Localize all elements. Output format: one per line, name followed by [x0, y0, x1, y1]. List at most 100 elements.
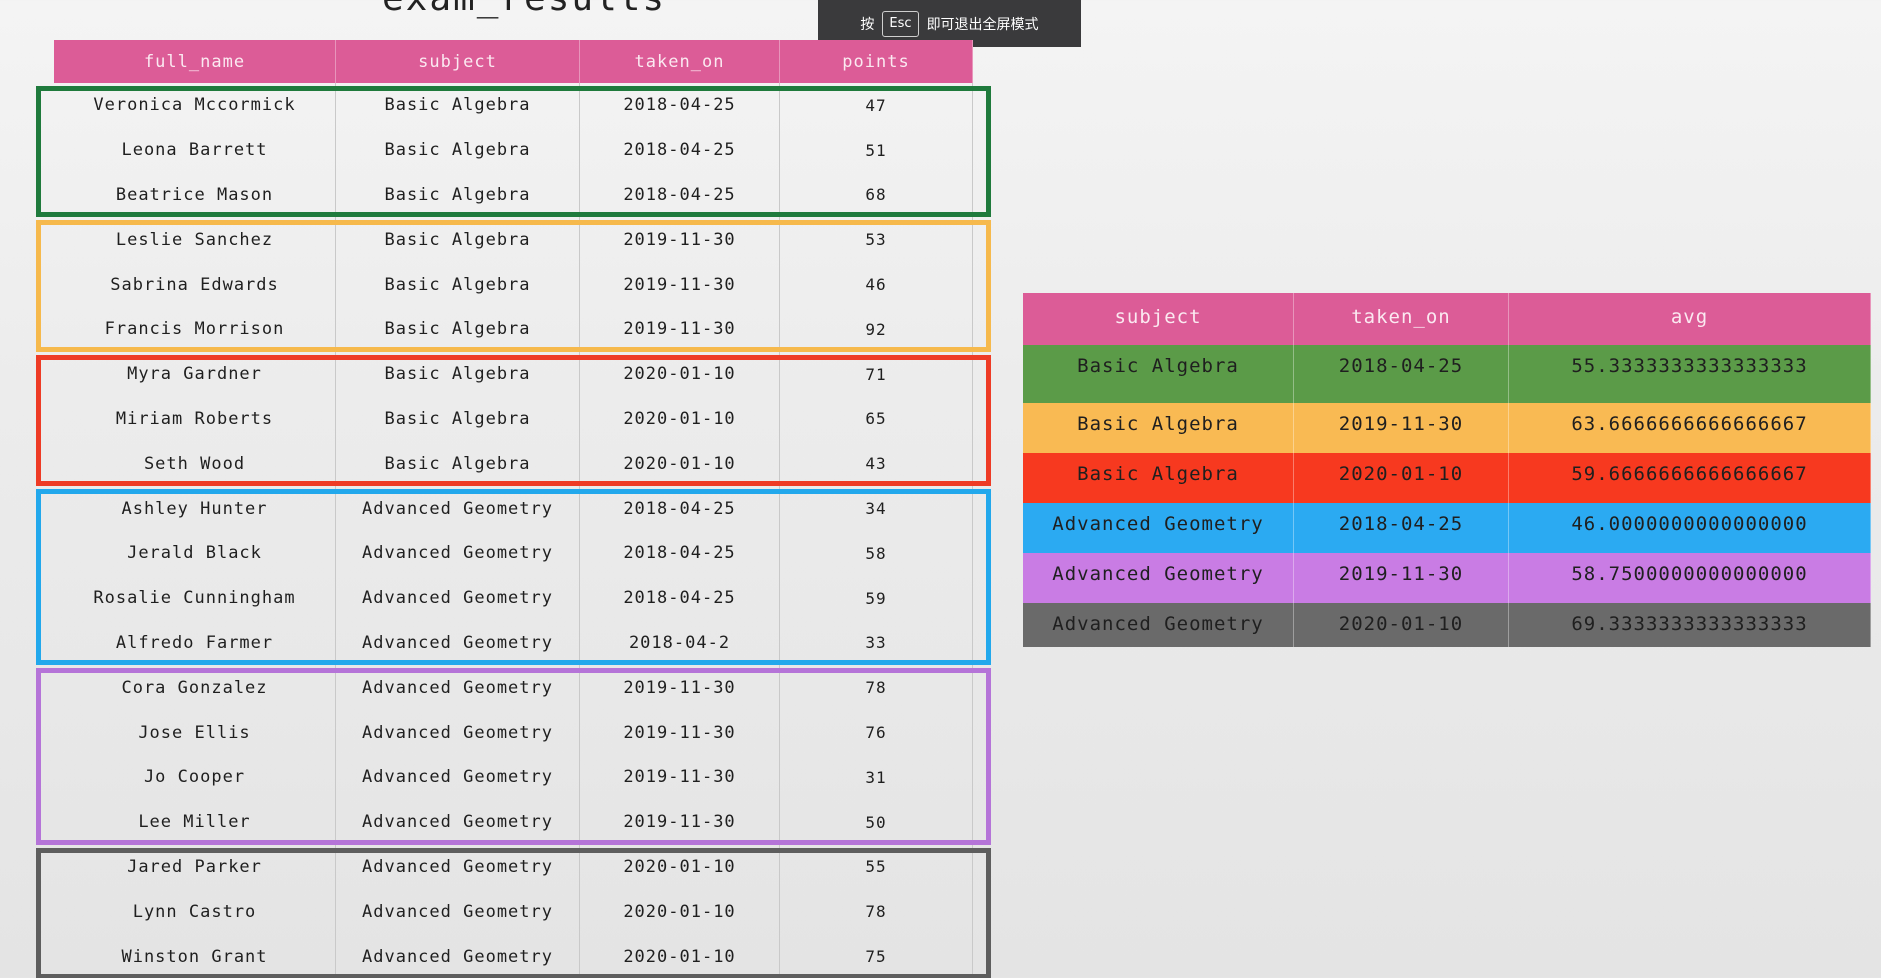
cell-points: 51	[780, 127, 973, 173]
cell-taken-on: 2018-04-25	[1294, 503, 1509, 553]
cell-subject: Basic Algebra	[1023, 345, 1294, 403]
cell-taken-on: 2019-11-30	[580, 710, 780, 755]
table-row[interactable]: Miriam Roberts Basic Algebra 2020-01-10 65	[54, 396, 973, 442]
cell-subject: Basic Algebra	[336, 441, 580, 487]
cell-taken-on: 2018-04-25	[580, 530, 780, 576]
cell-points: 33	[780, 620, 973, 666]
table-row[interactable]: Jose Ellis Advanced Geometry 2019-11-30 76	[54, 710, 973, 755]
cell-taken-on: 2019-11-30	[1294, 553, 1509, 603]
column-header-full-name[interactable]: full_name	[54, 40, 336, 83]
table-row[interactable]: Beatrice Mason Basic Algebra 2018-04-25 68	[54, 172, 973, 218]
column-header-subject[interactable]: subject	[336, 40, 580, 83]
table-row[interactable]: Alfredo Farmer Advanced Geometry 2018-04-2…	[54, 620, 973, 666]
cell-subject: Basic Algebra	[1023, 403, 1294, 453]
cell-avg: 58.7500000000000000	[1509, 553, 1871, 603]
table-row[interactable]: Veronica Mccormick Basic Algebra 2018-04-2…	[54, 83, 973, 128]
table-row[interactable]: Francis Morrison Basic Algebra 2019-11-30 9…	[54, 306, 973, 352]
cell-full-name: Myra Gardner	[54, 351, 336, 397]
column-header-points[interactable]: points	[780, 40, 973, 83]
table-row[interactable]: Leona Barrett Basic Algebra 2018-04-25 51	[54, 127, 973, 173]
table-row[interactable]: Rosalie Cunningham Advanced Geometry 2018-…	[54, 575, 973, 621]
table-row[interactable]: Jo Cooper Advanced Geometry 2019-11-30 31	[54, 754, 973, 800]
table-row[interactable]: Basic Algebra 2018-04-25 55.33333333333333…	[1023, 345, 1871, 403]
column-header-taken-on[interactable]: taken_on	[1294, 293, 1509, 345]
esc-key-icon[interactable]: Esc	[882, 10, 919, 37]
exam-results-table: full_name subject taken_on points Veroni…	[36, 40, 991, 978]
cell-taken-on: 2018-04-25	[580, 575, 780, 621]
table-row[interactable]: Lynn Castro Advanced Geometry 2020-01-10 78	[54, 889, 973, 935]
table-row[interactable]: Basic Algebra 2020-01-10 59.66666666666666…	[1023, 453, 1871, 503]
table-row[interactable]: Jared Parker Advanced Geometry 2020-01-10 5…	[54, 844, 973, 890]
cell-full-name: Jo Cooper	[54, 754, 336, 800]
cell-subject: Basic Algebra	[336, 217, 580, 263]
cell-full-name: Sabrina Edwards	[54, 262, 336, 307]
cell-full-name: Cora Gonzalez	[54, 665, 336, 711]
cell-taken-on: 2019-11-30	[1294, 403, 1509, 453]
cell-points: 43	[780, 441, 973, 487]
table-row[interactable]: Advanced Geometry 2020-01-10 69.3333333333…	[1023, 603, 1871, 647]
cell-taken-on: 2020-01-10	[580, 396, 780, 442]
cell-subject: Advanced Geometry	[336, 934, 580, 978]
table-row[interactable]: Ashley Hunter Advanced Geometry 2018-04-25…	[54, 486, 973, 531]
cell-taken-on: 2018-04-25	[1294, 345, 1509, 403]
table-row[interactable]: Cora Gonzalez Advanced Geometry 2019-11-30…	[54, 665, 973, 711]
cell-full-name: Veronica Mccormick	[54, 83, 336, 128]
cell-avg: 46.0000000000000000	[1509, 503, 1871, 553]
table-row[interactable]: Advanced Geometry 2019-11-30 58.7500000000…	[1023, 553, 1871, 603]
average-points-header: subject taken_on avg	[1023, 293, 1871, 345]
cell-points: 31	[780, 754, 973, 800]
cell-taken-on: 2019-11-30	[580, 217, 780, 263]
table-row[interactable]: Winston Grant Advanced Geometry 2020-01-10…	[54, 934, 973, 978]
cell-points: 92	[780, 306, 973, 352]
cell-full-name: Lynn Castro	[54, 889, 336, 935]
table-row[interactable]: Jerald Black Advanced Geometry 2018-04-25 5…	[54, 530, 973, 576]
cell-subject: Basic Algebra	[1023, 453, 1294, 503]
cell-subject: Advanced Geometry	[1023, 603, 1294, 647]
column-header-avg[interactable]: avg	[1509, 293, 1871, 345]
cell-points: 65	[780, 396, 973, 442]
cell-subject: Basic Algebra	[336, 172, 580, 218]
table-row[interactable]: Advanced Geometry 2018-04-25 46.0000000000…	[1023, 503, 1871, 553]
cell-points: 75	[780, 934, 973, 978]
table-row[interactable]: Seth Wood Basic Algebra 2020-01-10 43	[54, 441, 973, 487]
cell-full-name: Jared Parker	[54, 844, 336, 890]
cell-subject: Advanced Geometry	[336, 575, 580, 621]
column-header-taken-on[interactable]: taken_on	[580, 40, 780, 83]
cell-points: 46	[780, 262, 973, 307]
column-header-subject[interactable]: subject	[1023, 293, 1294, 345]
cell-taken-on: 2018-04-25	[580, 486, 780, 531]
table-row[interactable]: Leslie Sanchez Basic Algebra 2019-11-30 53	[54, 217, 973, 263]
cell-subject: Advanced Geometry	[336, 665, 580, 711]
cell-taken-on: 2020-01-10	[1294, 603, 1509, 647]
cell-subject: Advanced Geometry	[336, 530, 580, 576]
cell-subject: Advanced Geometry	[336, 710, 580, 755]
cell-points: 58	[780, 530, 973, 576]
cell-taken-on: 2018-04-25	[580, 172, 780, 218]
cell-taken-on: 2019-11-30	[580, 799, 780, 845]
cell-avg: 69.3333333333333333	[1509, 603, 1871, 647]
cell-full-name: Leslie Sanchez	[54, 217, 336, 263]
cell-full-name: Miriam Roberts	[54, 396, 336, 442]
cell-subject: Advanced Geometry	[336, 844, 580, 890]
table-row[interactable]: Sabrina Edwards Basic Algebra 2019-11-30 46	[54, 262, 973, 307]
cell-taken-on: 2019-11-30	[580, 665, 780, 711]
toast-suffix: 即可退出全屏模式	[926, 16, 1039, 33]
table-row[interactable]: Basic Algebra 2019-11-30 63.66666666666666…	[1023, 403, 1871, 453]
cell-subject: Basic Algebra	[336, 306, 580, 352]
cell-subject: Basic Algebra	[336, 83, 580, 128]
cell-full-name: Jose Ellis	[54, 710, 336, 755]
cell-subject: Advanced Geometry	[336, 486, 580, 531]
cell-full-name: Jerald Black	[54, 530, 336, 576]
cell-points: 50	[780, 799, 973, 845]
cell-taken-on: 2020-01-10	[580, 441, 780, 487]
table-row[interactable]: Myra Gardner Basic Algebra 2020-01-10 71	[54, 351, 973, 397]
table-row[interactable]: Lee Miller Advanced Geometry 2019-11-30 50	[54, 799, 973, 845]
cell-subject: Advanced Geometry	[1023, 503, 1294, 553]
cell-subject: Advanced Geometry	[1023, 553, 1294, 603]
cell-subject: Advanced Geometry	[336, 799, 580, 845]
exam-results-header: full_name subject taken_on points	[54, 40, 973, 83]
cell-taken-on: 2018-04-25	[580, 127, 780, 173]
cell-subject: Basic Algebra	[336, 396, 580, 442]
cell-taken-on: 2018-04-2	[580, 620, 780, 666]
cell-full-name: Seth Wood	[54, 441, 336, 487]
